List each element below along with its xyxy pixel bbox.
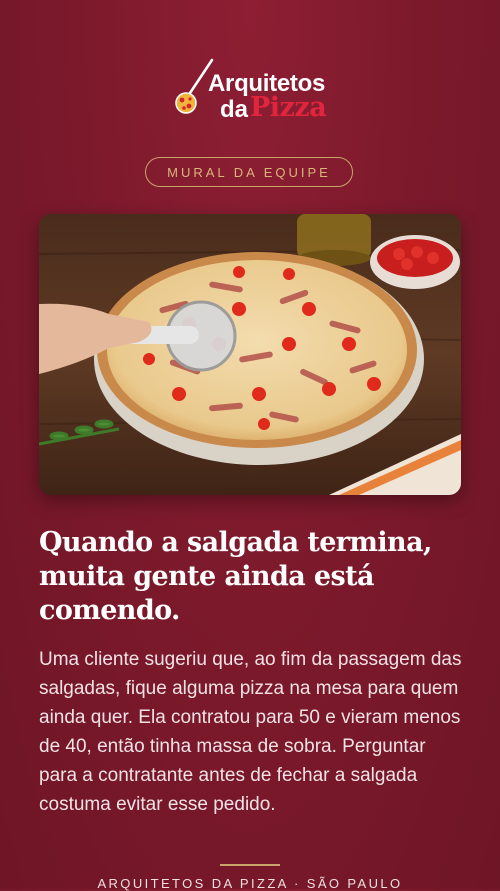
brand-logo: Arquitetos da Pizza bbox=[172, 56, 332, 123]
post-headline: Quando a salgada termina, muita gente ai… bbox=[39, 527, 432, 626]
brand-name-accent: Pizza bbox=[250, 92, 327, 123]
pizza-photo-illustration bbox=[39, 214, 461, 495]
footer-divider bbox=[220, 864, 280, 866]
pizza-photo bbox=[39, 214, 461, 495]
section-pill: MURAL DA EQUIPE bbox=[145, 157, 353, 187]
post-body: Uma cliente sugeriu que, ao fim da passa… bbox=[39, 649, 462, 815]
brand-name-prefix: da bbox=[220, 96, 249, 123]
